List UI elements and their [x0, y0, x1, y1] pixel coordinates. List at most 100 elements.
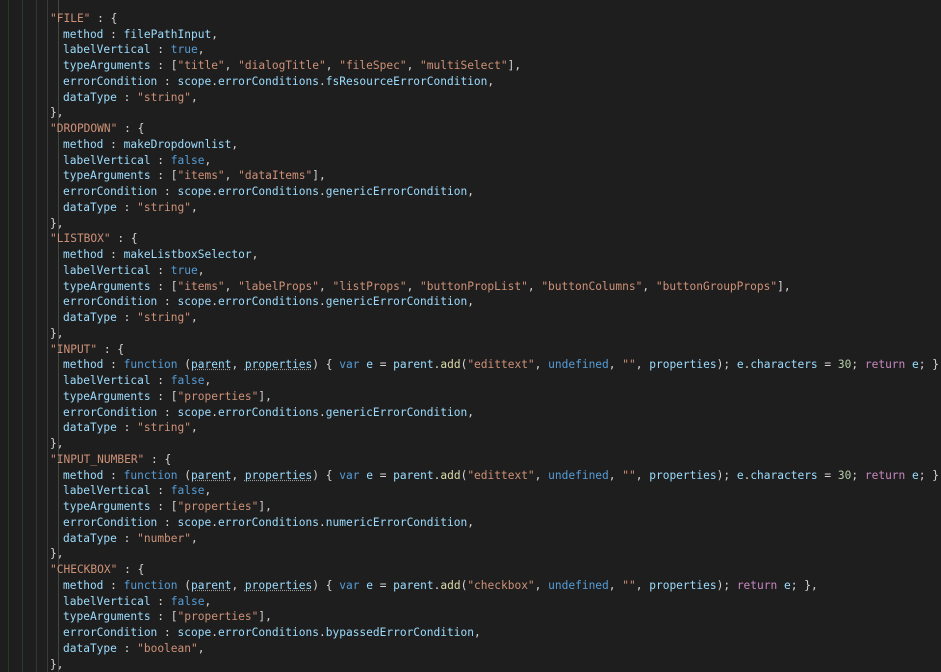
keyword-token: undefined — [548, 468, 609, 482]
punctuation-token: , — [191, 200, 198, 214]
code-line[interactable]: "DROPDOWN" : { — [50, 121, 941, 137]
code-line[interactable]: errorCondition : scope.errorConditions.g… — [50, 184, 941, 200]
string-token: "buttonGroupProps" — [655, 279, 778, 293]
identifier-token: errorConditions — [217, 185, 319, 198]
code-line[interactable]: dataType : "string", — [50, 90, 941, 106]
identifier-token: parent — [393, 468, 434, 482]
code-line[interactable]: labelVertical : false, — [50, 153, 941, 169]
code-line[interactable]: dataType : "number", — [50, 531, 941, 547]
code-line[interactable]: errorCondition : scope.errorConditions.f… — [50, 74, 941, 90]
code-line[interactable]: dataType : "string", — [50, 310, 941, 326]
control-keyword-token: return — [736, 578, 778, 592]
code-line[interactable]: labelVertical : false, — [50, 594, 941, 610]
code-line[interactable]: typeArguments : ["items", "dataItems"], — [50, 168, 941, 184]
code-line[interactable]: typeArguments : ["properties"], — [50, 499, 941, 515]
code-line[interactable]: }, — [50, 546, 941, 562]
code-line[interactable]: labelVertical : false, — [50, 483, 941, 499]
punctuation-token: : — [150, 43, 171, 57]
punctuation-token: , — [635, 468, 650, 482]
code-line[interactable]: dataType : "string", — [50, 420, 941, 436]
code-line[interactable]: }, — [50, 105, 941, 121]
code-line[interactable]: typeArguments : ["items", "labelProps", … — [50, 279, 941, 295]
identifier-token: scope — [177, 405, 212, 419]
code-line[interactable]: method : filePathInput, — [50, 27, 941, 43]
keyword-token: function — [123, 578, 178, 592]
code-line[interactable]: }, — [50, 216, 941, 232]
code-line[interactable]: "INPUT" : { — [50, 342, 941, 358]
indent-guide — [22, 0, 23, 672]
code-editor[interactable]: "FILE" : {method : filePathInput, labelVe… — [50, 0, 941, 672]
punctuation-token: , — [473, 626, 481, 639]
indent-guide — [8, 0, 9, 672]
code-line[interactable]: labelVertical : true, — [50, 263, 941, 279]
code-line[interactable]: "INPUT_NUMBER" : { — [50, 452, 941, 468]
code-line[interactable]: errorCondition : scope.errorConditions.b… — [50, 625, 941, 641]
punctuation-token: : — [150, 374, 171, 387]
code-line[interactable]: dataType : "string", — [50, 200, 941, 216]
punctuation-token: , — [204, 484, 212, 498]
string-token: "string" — [137, 421, 191, 435]
code-line[interactable]: method : function (parent, properties) {… — [50, 468, 941, 484]
identifier-token: errorCondition — [63, 74, 158, 88]
code-line[interactable]: typeArguments : ["properties"], — [50, 609, 941, 625]
punctuation-token: , — [224, 279, 239, 293]
punctuation-token: ( — [177, 578, 192, 592]
punctuation-token: , — [534, 358, 549, 372]
code-line[interactable]: method : function (parent, properties) {… — [50, 578, 941, 594]
punctuation-token: : — [116, 311, 138, 324]
code-line[interactable]: }, — [50, 326, 941, 342]
punctuation-token: , — [467, 185, 474, 198]
code-line[interactable] — [50, 0, 941, 11]
punctuation-token: : { — [97, 342, 125, 356]
code-line[interactable]: "FILE" : { — [50, 11, 941, 27]
punctuation-token: }, — [50, 547, 64, 561]
punctuation-token: . — [211, 74, 218, 88]
punctuation-token: : — [116, 200, 138, 214]
code-line[interactable]: errorCondition : scope.errorConditions.g… — [50, 405, 941, 421]
keyword-token: var — [339, 468, 360, 482]
punctuation-token: : — [157, 185, 178, 198]
code-line[interactable]: typeArguments : ["title", "dialogTitle",… — [50, 58, 941, 74]
string-token: "string" — [137, 200, 191, 214]
punctuation-token: , — [197, 263, 205, 277]
punctuation-token: , — [608, 578, 623, 592]
punctuation-token: }, — [50, 106, 64, 120]
punctuation-token: ], — [312, 169, 326, 183]
punctuation-token: , — [211, 27, 218, 41]
keyword-token: false — [170, 374, 205, 387]
code-line[interactable]: "LISTBOX" : { — [50, 231, 941, 247]
identifier-token: makeDropdownlist — [123, 137, 232, 151]
identifier-token: labelVertical — [63, 263, 151, 277]
punctuation-token: ; — [851, 468, 865, 482]
punctuation-token: : — [157, 515, 178, 529]
string-token: "" — [622, 468, 636, 482]
code-line[interactable]: errorCondition : scope.errorConditions.n… — [50, 515, 941, 531]
code-line[interactable]: errorCondition : scope.errorConditions.g… — [50, 294, 941, 310]
code-line[interactable]: method : makeDropdownlist, — [50, 137, 941, 153]
code-line[interactable]: "CHECKBOX" : { — [50, 562, 941, 578]
punctuation-token: ( — [177, 468, 192, 482]
punctuation-token: : { — [144, 452, 172, 466]
punctuation-token: , — [635, 578, 650, 592]
punctuation-token: , — [204, 153, 212, 167]
code-line[interactable]: }, — [50, 657, 941, 672]
identifier-token: numericErrorCondition — [325, 515, 468, 529]
punctuation-token: , — [527, 279, 542, 293]
punctuation-token: , — [224, 169, 239, 183]
identifier-token: dataType — [63, 421, 117, 435]
identifier-token: errorCondition — [63, 295, 158, 309]
identifier-token: parent — [393, 578, 434, 592]
code-line[interactable]: method : function (parent, properties) {… — [50, 357, 941, 373]
identifier-token: labelVertical — [63, 43, 151, 57]
identifier-token: scope — [177, 74, 212, 88]
code-line[interactable]: labelVertical : true, — [50, 42, 941, 58]
identifier-token: typeArguments — [63, 610, 151, 624]
code-line[interactable]: dataType : "boolean", — [50, 641, 941, 657]
code-line[interactable]: labelVertical : false, — [50, 373, 941, 389]
code-line[interactable]: }, — [50, 436, 941, 452]
punctuation-token: ], — [258, 610, 272, 624]
code-line[interactable]: typeArguments : ["properties"], — [50, 389, 941, 405]
identifier-token: e — [736, 468, 744, 482]
punctuation-token: . — [211, 515, 218, 529]
code-line[interactable]: method : makeListboxSelector, — [50, 247, 941, 263]
